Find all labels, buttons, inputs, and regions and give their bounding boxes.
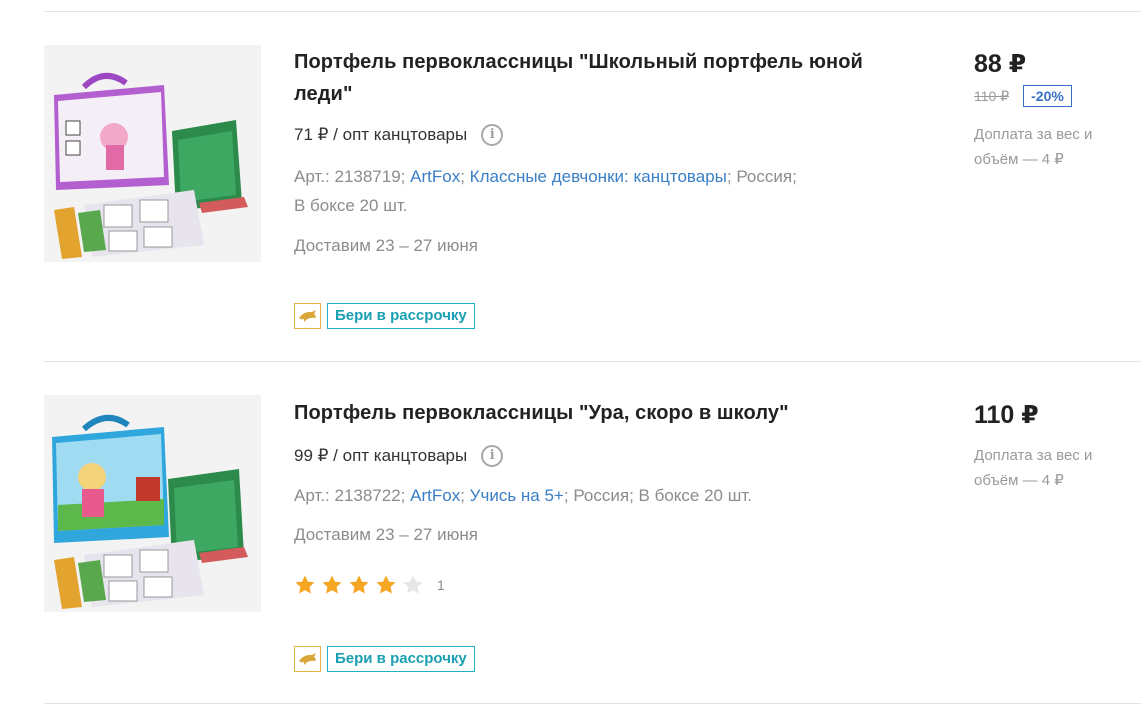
rating-count[interactable]: 1: [437, 577, 445, 593]
star-filled-icon: [322, 575, 342, 594]
old-price: 110 ₽: [974, 87, 1010, 104]
info-icon[interactable]: i: [481, 124, 504, 146]
rating-stars: [294, 574, 429, 596]
series-link[interactable]: Учись на 5+: [470, 486, 564, 505]
wholesale-price: 99 ₽ / опт канцтовары i: [294, 445, 504, 467]
delivery-date: Доставим 23 – 27 июня: [294, 236, 478, 255]
surcharge-note: Доплата за вес и объём — 4 ₽: [974, 447, 1093, 489]
product-image[interactable]: [44, 45, 261, 262]
delivery-date: Доставим 23 – 27 июня: [294, 525, 478, 544]
dolphin-icon[interactable]: [294, 646, 321, 672]
installment-button[interactable]: Бери в рассрочку: [327, 303, 475, 329]
installment: Бери в рассрочку: [294, 646, 475, 672]
wholesale-price-text: 71 ₽ / опт канцтовары: [294, 125, 468, 144]
product-image[interactable]: [44, 395, 261, 612]
country: Россия;: [573, 486, 634, 505]
product-card: Портфель первоклассницы "Ура, скоро в шк…: [0, 362, 1141, 703]
star-filled-icon: [349, 575, 369, 594]
box-quantity: В боксе 20 шт.: [294, 196, 408, 215]
star-filled-icon: [376, 575, 396, 594]
divider: [44, 703, 1141, 704]
box-quantity: В боксе 20 шт.: [638, 486, 753, 505]
article-number: Арт.: 2138722;: [294, 486, 406, 505]
installment-button[interactable]: Бери в рассрочку: [327, 646, 475, 672]
product-meta: Арт.: 2138722; ArtFox; Учись на 5+; Росс…: [294, 486, 753, 505]
product-title[interactable]: Портфель первоклассницы "Школьный портфе…: [294, 46, 874, 110]
dolphin-icon[interactable]: [294, 303, 321, 329]
wholesale-price: 71 ₽ / опт канцтовары i: [294, 124, 504, 146]
installment: Бери в рассрочку: [294, 303, 475, 329]
price: 110 ₽: [974, 401, 1039, 429]
discount-badge: -20%: [1023, 85, 1072, 107]
brand-link[interactable]: ArtFox: [410, 486, 460, 505]
star-filled-icon: [295, 575, 315, 594]
star-empty-icon: [403, 575, 423, 594]
wholesale-price-text: 99 ₽ / опт канцтовары: [294, 446, 468, 465]
brand-link[interactable]: ArtFox: [410, 167, 460, 186]
old-price-row: 110 ₽ -20%: [974, 85, 1072, 107]
country: Россия;: [736, 167, 797, 186]
info-icon[interactable]: i: [481, 445, 504, 467]
product-title[interactable]: Портфель первоклассницы "Ура, скоро в шк…: [294, 397, 874, 429]
series-link[interactable]: Классные девчонки: канцтовары: [470, 167, 727, 186]
price: 88 ₽: [974, 50, 1027, 78]
article-number: Арт.: 2138719;: [294, 167, 406, 186]
product-card: Портфель первоклассницы "Школьный портфе…: [0, 12, 1141, 361]
rating[interactable]: 1: [294, 574, 445, 596]
product-meta: Арт.: 2138719; ArtFox; Классные девчонки…: [294, 167, 797, 215]
surcharge-note: Доплата за вес и объём — 4 ₽: [974, 126, 1093, 168]
